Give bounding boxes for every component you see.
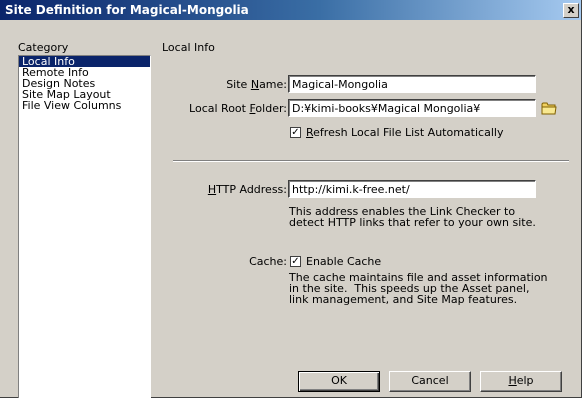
refresh-label[interactable]: Refresh Local File List Automatically — [306, 126, 503, 139]
enable-cache-checkbox[interactable]: ✓ — [290, 256, 301, 267]
cache-description: The cache maintains file and asset infor… — [289, 271, 548, 306]
panel-header: Local Info — [162, 41, 215, 54]
window-title: Site Definition for Magical-Mongolia — [5, 3, 249, 17]
local-root-folder-label: Local Root Folder: — [189, 102, 287, 115]
category-list[interactable]: Local Info Remote Info Design Notes Site… — [18, 55, 151, 398]
title-bar[interactable]: Site Definition for Magical-Mongolia x — [0, 0, 581, 20]
cancel-button[interactable]: Cancel — [389, 371, 471, 392]
category-header: Category — [18, 41, 69, 54]
site-definition-dialog: Site Definition for Magical-Mongolia x C… — [0, 0, 582, 398]
category-item-file-view-columns[interactable]: File View Columns — [19, 100, 150, 111]
http-address-label: HTTP Address: — [207, 183, 287, 196]
local-root-folder-input[interactable]: D:¥kimi-books¥Magical Mongolia¥ — [288, 99, 536, 117]
ok-button[interactable]: OK — [298, 371, 380, 392]
enable-cache-label[interactable]: Enable Cache — [306, 255, 381, 268]
refresh-checkbox[interactable]: ✓ — [290, 127, 301, 138]
site-name-input[interactable]: Magical-Mongolia — [288, 75, 536, 93]
folder-icon[interactable] — [541, 101, 557, 115]
help-button[interactable]: Help — [480, 371, 562, 392]
http-description: This address enables the Link Checker to… — [289, 205, 536, 229]
http-address-input[interactable]: http://kimi.k-free.net/ — [288, 180, 536, 198]
separator — [173, 160, 569, 162]
close-button[interactable]: x — [563, 3, 579, 18]
cache-label: Cache: — [249, 255, 287, 268]
site-name-label: Site Name: — [226, 78, 287, 91]
